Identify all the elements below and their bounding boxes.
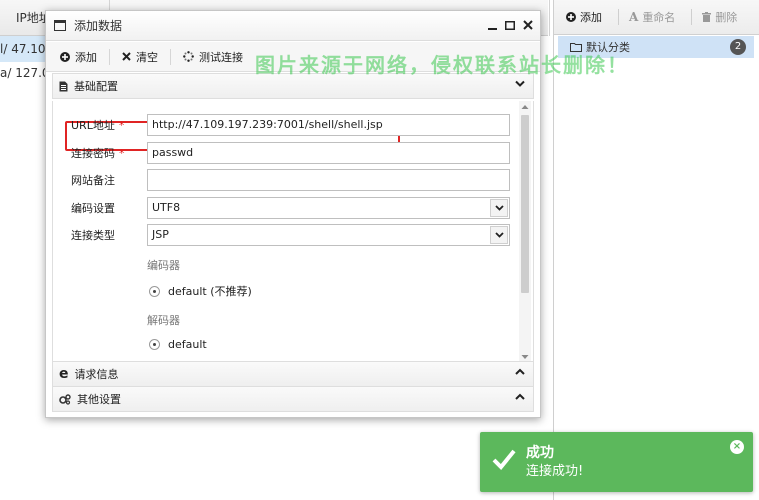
toolbar-divider	[618, 9, 619, 25]
url-label: URL地址 *	[71, 119, 125, 132]
toolbar-divider	[170, 48, 171, 65]
x-icon	[122, 52, 131, 61]
window-icon	[54, 20, 66, 31]
test-connection-label: 测试连接	[199, 50, 243, 64]
minimize-icon[interactable]	[486, 18, 498, 32]
type-label: 连接类型	[71, 229, 115, 242]
category-delete-button[interactable]: 删除	[702, 9, 737, 25]
font-icon: A	[629, 10, 639, 24]
toast-message: 连接成功!	[526, 464, 584, 479]
decoder-label: 解码器	[147, 314, 180, 327]
trash-icon	[702, 12, 712, 22]
decoder-option-default[interactable]: default	[149, 338, 207, 351]
dialog-title: 添加数据	[74, 19, 123, 33]
category-delete-label: 删除	[715, 11, 738, 24]
toolbar-divider	[691, 9, 693, 25]
password-input[interactable]: passwd	[147, 142, 510, 164]
document-icon	[59, 81, 68, 92]
radio-selected-icon[interactable]	[149, 285, 160, 297]
success-toast: 成功 连接成功! ×	[480, 432, 753, 492]
add-button[interactable]: 添加	[60, 49, 97, 65]
password-row: 连接密码 * passwd	[53, 142, 519, 164]
section-request-info[interactable]: e 请求信息	[52, 361, 534, 387]
check-icon	[492, 449, 516, 470]
panel-scrollbar[interactable]	[519, 101, 531, 363]
category-add-button[interactable]: 添加	[566, 9, 602, 25]
test-connection-button[interactable]: 测试连接	[183, 49, 243, 65]
scrollbar-thumb[interactable]	[521, 115, 529, 293]
password-label: 连接密码 *	[71, 147, 125, 160]
add-button-label: 添加	[75, 50, 97, 64]
category-rename-label: 重命名	[642, 11, 676, 24]
chevron-down-icon	[515, 80, 525, 87]
type-value: JSP	[152, 228, 169, 241]
plus-circle-icon	[566, 12, 576, 22]
window-controls	[486, 18, 534, 32]
chevron-down-icon[interactable]	[490, 226, 508, 244]
spinner-icon	[183, 51, 194, 62]
category-toolbar: 添加 A 重命名 删除	[554, 0, 759, 35]
chevron-down-icon[interactable]	[490, 199, 508, 217]
encoder-option-default[interactable]: default (不推荐)	[149, 283, 252, 299]
toast-close-icon[interactable]: ×	[730, 440, 744, 454]
section-request-title: 请求信息	[74, 368, 119, 381]
radio-selected-icon[interactable]	[149, 339, 160, 350]
decoder-option-label: default	[168, 338, 207, 351]
scroll-up-icon[interactable]	[521, 103, 529, 111]
encoder-option-label: default (不推荐)	[168, 285, 252, 298]
encoding-row: 编码设置 UTF8	[53, 197, 519, 219]
category-add-label: 添加	[580, 11, 602, 24]
section-basic-title: 基础配置	[74, 80, 118, 93]
encoding-label: 编码设置	[71, 202, 115, 215]
toolbar-divider	[109, 48, 110, 65]
note-row: 网站备注	[53, 169, 519, 191]
note-input[interactable]	[147, 169, 510, 191]
basic-config-panel: URL地址 * http://47.109.197.239:7001/shell/…	[52, 101, 534, 363]
scroll-down-icon[interactable]	[521, 353, 529, 361]
type-select[interactable]: JSP	[147, 224, 510, 246]
ie-icon: e	[59, 366, 69, 382]
type-row: 连接类型 JSP	[53, 224, 519, 246]
clear-button-label: 清空	[136, 50, 158, 64]
watermark-text: 图片来源于网络，侵权联系站长删除！	[255, 53, 629, 77]
maximize-icon[interactable]	[504, 18, 516, 32]
dialog-titlebar[interactable]: 添加数据	[46, 11, 540, 41]
chevron-up-icon	[515, 393, 525, 400]
url-row: URL地址 * http://47.109.197.239:7001/shell/…	[53, 114, 519, 136]
category-count-badge: 2	[730, 39, 746, 55]
encoding-select[interactable]: UTF8	[147, 197, 510, 219]
category-rename-button[interactable]: A 重命名	[629, 9, 675, 25]
section-other-settings[interactable]: 其他设置	[52, 386, 534, 412]
plus-circle-icon	[60, 51, 70, 62]
section-other-title: 其他设置	[77, 393, 121, 406]
note-label: 网站备注	[71, 174, 115, 187]
clear-button[interactable]: 清空	[122, 49, 158, 65]
close-icon[interactable]	[522, 18, 534, 32]
encoding-value: UTF8	[152, 201, 181, 214]
gears-icon	[59, 393, 71, 405]
toast-title: 成功	[526, 445, 554, 461]
chevron-up-icon	[515, 368, 525, 375]
encoder-label: 编码器	[147, 259, 180, 272]
url-input[interactable]: http://47.109.197.239:7001/shell/shell.j…	[147, 114, 510, 136]
